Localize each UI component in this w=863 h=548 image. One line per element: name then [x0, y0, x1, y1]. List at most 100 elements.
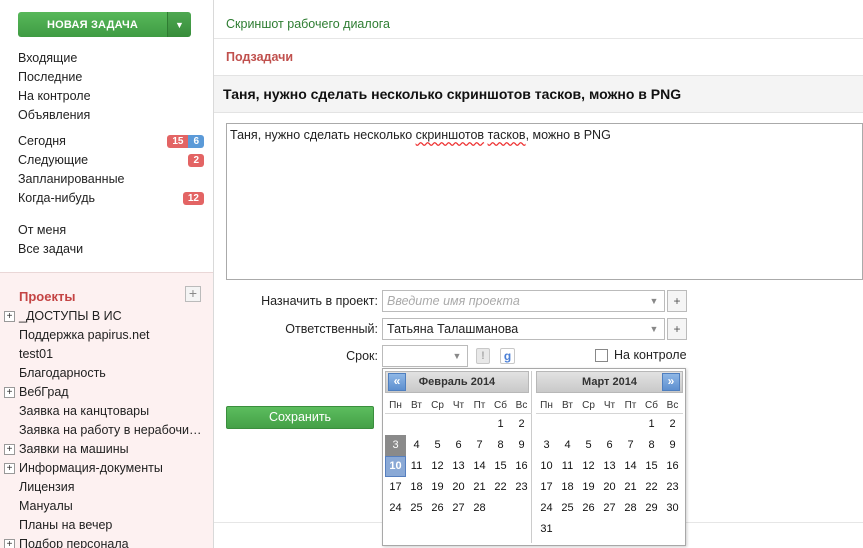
calendar-day[interactable]: 15 — [490, 456, 511, 477]
calendar-day[interactable]: 20 — [448, 477, 469, 498]
task-title[interactable]: Таня, нужно сделать несколько скриншотов… — [223, 86, 681, 102]
project-item[interactable]: + Заявки на машины — [0, 440, 213, 459]
project-item[interactable]: Поддержка papirus.net — [0, 326, 213, 345]
project-item[interactable]: Заявка на канцтовары — [0, 402, 213, 421]
calendar-day[interactable]: 14 — [620, 456, 641, 477]
calendar-day[interactable]: 4 — [557, 435, 578, 456]
nav-item-recent[interactable]: Последние — [18, 68, 204, 87]
nav-item-someday[interactable]: Когда-нибудь 12 — [18, 189, 204, 208]
nav-item-from-me[interactable]: От меня — [18, 221, 204, 240]
calendar-day[interactable]: 5 — [427, 435, 448, 456]
subtasks-link[interactable]: Подзадачи — [226, 50, 293, 64]
calendar-day[interactable]: 14 — [469, 456, 490, 477]
calendar-day[interactable]: 13 — [599, 456, 620, 477]
calendar-day[interactable]: 19 — [427, 477, 448, 498]
project-item[interactable]: test01 — [0, 345, 213, 364]
calendar-day[interactable]: 18 — [406, 477, 427, 498]
calendar-day[interactable]: 11 — [406, 456, 427, 477]
project-item[interactable]: + _ДОСТУПЫ В ИС — [0, 307, 213, 326]
calendar-day[interactable]: 4 — [406, 435, 427, 456]
new-task-button[interactable]: НОВАЯ ЗАДАЧА — [18, 12, 167, 37]
calendar-day[interactable]: 26 — [578, 498, 599, 519]
project-item[interactable]: Лицензия — [0, 478, 213, 497]
project-item[interactable]: + ВебГрад — [0, 383, 213, 402]
new-task-dropdown-button[interactable]: ▼ — [167, 12, 191, 37]
priority-icon[interactable]: ! — [476, 348, 490, 364]
project-item[interactable]: + Информация-документы — [0, 459, 213, 478]
calendar-day[interactable]: 27 — [448, 498, 469, 519]
calendar-day[interactable]: 23 — [511, 477, 532, 498]
calendar-day[interactable]: 16 — [511, 456, 532, 477]
calendar-day[interactable]: 1 — [490, 414, 511, 435]
save-button[interactable]: Сохранить — [226, 406, 374, 429]
calendar-day[interactable]: 29 — [641, 498, 662, 519]
calendar-day[interactable]: 10 — [385, 456, 406, 477]
google-calendar-icon[interactable]: g — [500, 348, 515, 364]
description-textarea[interactable]: Таня, нужно сделать несколько скриншотов… — [226, 123, 863, 280]
calendar-day[interactable]: 18 — [557, 477, 578, 498]
calendar-day[interactable]: 8 — [641, 435, 662, 456]
calendar-day[interactable]: 6 — [599, 435, 620, 456]
calendar-day[interactable]: 2 — [662, 414, 683, 435]
calendar-day[interactable]: 28 — [620, 498, 641, 519]
calendar-day[interactable]: 3 — [536, 435, 557, 456]
projects-title[interactable]: Проекты — [19, 289, 75, 304]
calendar-day[interactable]: 21 — [620, 477, 641, 498]
expand-icon[interactable]: + — [4, 444, 15, 455]
expand-icon[interactable]: + — [4, 311, 15, 322]
calendar-day[interactable]: 25 — [406, 498, 427, 519]
add-project-assign-button[interactable]: + — [667, 290, 687, 312]
next-month-button[interactable]: » — [662, 373, 680, 391]
calendar-day[interactable]: 12 — [427, 456, 448, 477]
calendar-day[interactable]: 22 — [641, 477, 662, 498]
calendar-day[interactable]: 9 — [662, 435, 683, 456]
calendar-day[interactable]: 24 — [385, 498, 406, 519]
on-control-checkbox[interactable] — [595, 349, 608, 362]
calendar-day[interactable]: 30 — [662, 498, 683, 519]
deadline-input[interactable]: ▼ — [382, 345, 468, 367]
project-input[interactable]: Введите имя проекта ▼ — [382, 290, 665, 312]
calendar-day[interactable]: 2 — [511, 414, 532, 435]
calendar-day[interactable]: 11 — [557, 456, 578, 477]
nav-item-inbox[interactable]: Входящие — [18, 49, 204, 68]
project-item[interactable]: Заявка на работу в нерабочи… — [0, 421, 213, 440]
expand-icon[interactable]: + — [4, 539, 15, 548]
nav-item-control[interactable]: На контроле — [18, 87, 204, 106]
project-item[interactable]: Благодарность — [0, 364, 213, 383]
on-control-label[interactable]: На контроле — [614, 348, 687, 362]
calendar-day[interactable]: 22 — [490, 477, 511, 498]
nav-item-next[interactable]: Следующие 2 — [18, 151, 204, 170]
nav-item-announcements[interactable]: Объявления — [18, 106, 204, 125]
calendar-day[interactable]: 28 — [469, 498, 490, 519]
nav-item-all-tasks[interactable]: Все задачи — [18, 240, 204, 259]
expand-icon[interactable]: + — [4, 463, 15, 474]
expand-icon[interactable]: + — [4, 387, 15, 398]
add-assignee-button[interactable]: + — [667, 318, 687, 340]
calendar-day[interactable]: 26 — [427, 498, 448, 519]
calendar-day[interactable]: 1 — [641, 414, 662, 435]
calendar-day[interactable]: 3 — [385, 435, 406, 456]
calendar-day[interactable]: 25 — [557, 498, 578, 519]
calendar-day[interactable]: 9 — [511, 435, 532, 456]
calendar-day[interactable]: 17 — [536, 477, 557, 498]
calendar-day[interactable]: 8 — [490, 435, 511, 456]
chevron-down-icon[interactable]: ▼ — [644, 319, 664, 339]
nav-item-planned[interactable]: Запланированные — [18, 170, 204, 189]
calendar-day[interactable]: 20 — [599, 477, 620, 498]
calendar-day[interactable]: 5 — [578, 435, 599, 456]
prev-month-button[interactable]: « — [388, 373, 406, 391]
project-item[interactable]: Мануалы — [0, 497, 213, 516]
add-project-button[interactable]: + — [185, 286, 201, 302]
calendar-day[interactable]: 27 — [599, 498, 620, 519]
calendar-day[interactable]: 19 — [578, 477, 599, 498]
breadcrumb[interactable]: Скриншот рабочего диалога — [226, 17, 390, 31]
chevron-down-icon[interactable]: ▼ — [447, 346, 467, 366]
project-item[interactable]: Планы на вечер — [0, 516, 213, 535]
calendar-day[interactable]: 6 — [448, 435, 469, 456]
calendar-day[interactable]: 23 — [662, 477, 683, 498]
nav-item-today[interactable]: Сегодня 15 6 — [18, 132, 204, 151]
calendar-day[interactable]: 7 — [620, 435, 641, 456]
calendar-day[interactable]: 16 — [662, 456, 683, 477]
calendar-day[interactable]: 24 — [536, 498, 557, 519]
calendar-day[interactable]: 13 — [448, 456, 469, 477]
